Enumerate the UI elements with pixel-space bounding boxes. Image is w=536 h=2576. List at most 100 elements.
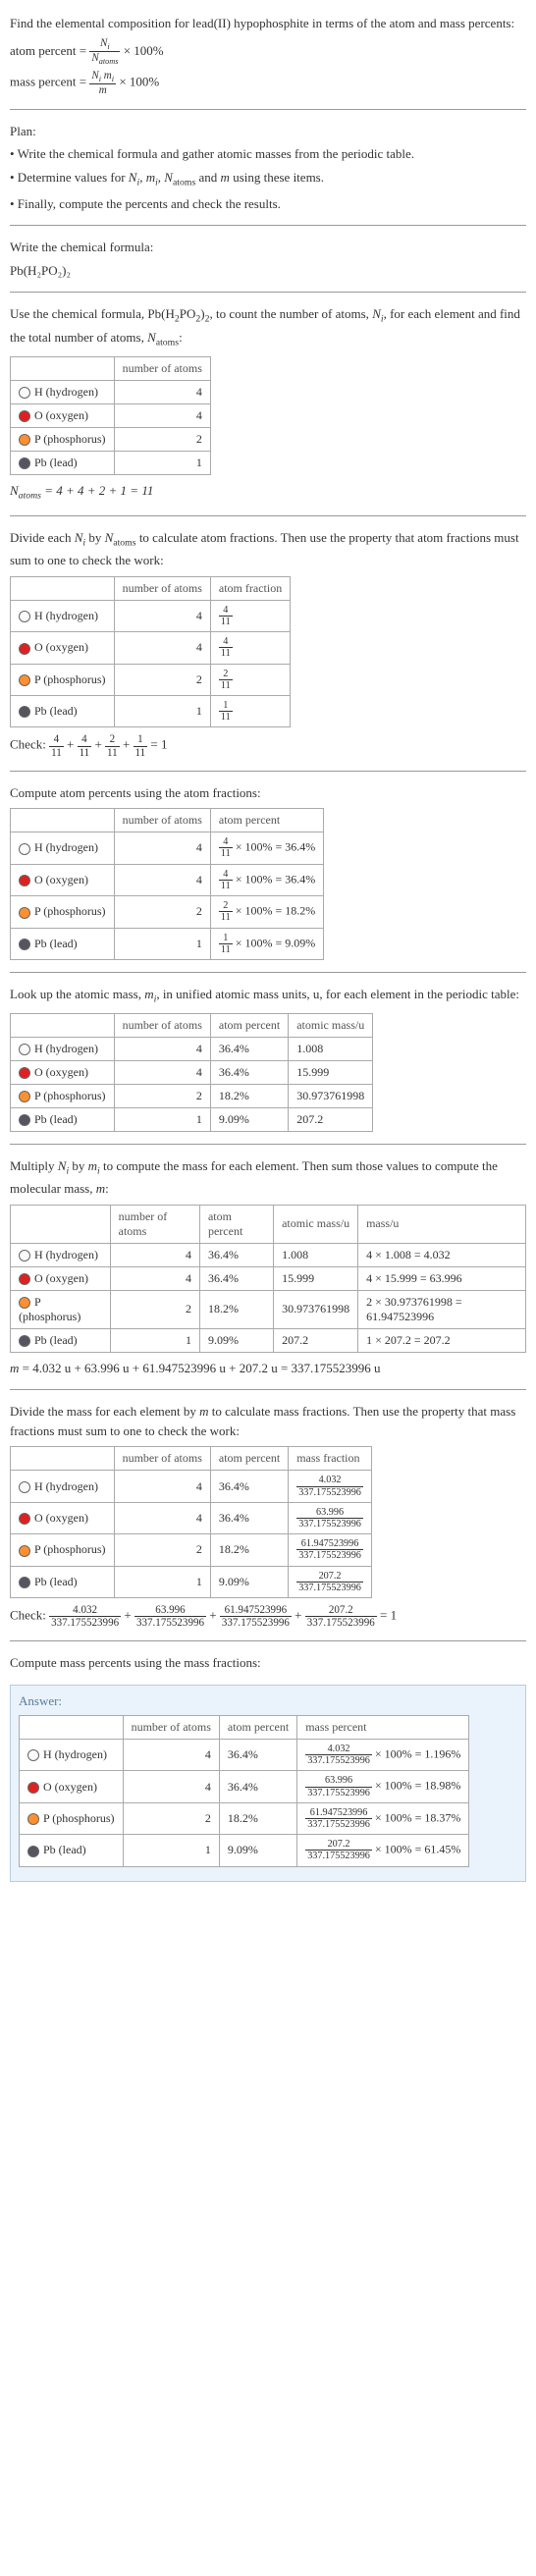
number-cell: 1: [114, 1108, 210, 1132]
fraction: 63.996337.175523996: [134, 1604, 206, 1629]
number-cell: 1: [110, 1328, 199, 1352]
plan-heading: Plan:: [10, 122, 526, 141]
massu-cell: 4 × 1.008 = 4.032: [358, 1243, 526, 1266]
col-header-percent: atom percent: [210, 1447, 288, 1471]
element-cell: H (hydrogen): [11, 1038, 115, 1061]
table-row: O (oxygen)4411: [11, 632, 291, 664]
plan-bullet: • Determine values for Ni, mi, Natoms an…: [10, 168, 526, 190]
atom-frac-text: Divide each Ni by Natoms to calculate at…: [10, 528, 526, 570]
table-row: Pb (lead)19.09%207.2: [11, 1108, 373, 1132]
percent-cell: 9.09%: [210, 1108, 288, 1132]
element-swatch: [19, 1545, 30, 1557]
element-cell: P (phosphorus): [11, 427, 115, 451]
percent-cell: 18.2%: [210, 1534, 288, 1566]
count-text: Use the chemical formula, Pb(H2PO2)2, to…: [10, 304, 526, 349]
divider: [10, 292, 526, 293]
col-header-fraction: atom fraction: [210, 576, 290, 600]
percent-cell: 36.4%: [199, 1266, 273, 1290]
number-cell: 4: [123, 1771, 219, 1802]
element-swatch: [19, 939, 30, 950]
table-row: H (hydrogen)4: [11, 380, 211, 403]
atomic-mass-section: Look up the atomic mass, mi, in unified …: [10, 985, 526, 1132]
number-cell: 1: [123, 1835, 219, 1866]
element-swatch: [19, 875, 30, 886]
atom-frac-table: number of atomsatom fraction H (hydrogen…: [10, 576, 291, 728]
col-header-number: number of atoms: [114, 356, 210, 380]
number-cell: 1: [114, 451, 210, 474]
col-header-number: number of atoms: [114, 809, 210, 832]
element-swatch: [19, 1513, 30, 1525]
atomic-mass-text: Look up the atomic mass, mi, in unified …: [10, 985, 526, 1007]
number-cell: 2: [123, 1802, 219, 1834]
fraction: 61.947523996337.175523996: [296, 1538, 363, 1561]
element-swatch: [19, 1481, 30, 1493]
fraction-cell: 4.032337.175523996: [289, 1471, 372, 1502]
plan-bullet: • Write the chemical formula and gather …: [10, 144, 526, 164]
element-swatch: [19, 410, 30, 422]
percent-cell: 36.4%: [219, 1739, 296, 1770]
element-cell: Pb (lead): [11, 1108, 115, 1132]
fraction: 411: [219, 605, 233, 627]
number-cell: 4: [114, 864, 210, 895]
element-swatch: [19, 1114, 30, 1126]
fraction: 411: [219, 636, 233, 659]
percent-cell: 36.4%: [219, 1771, 296, 1802]
table-row: P (phosphorus)218.2%61.947523996337.1755…: [11, 1534, 372, 1566]
fraction: 207.2337.175523996: [296, 1571, 363, 1593]
element-swatch: [19, 706, 30, 718]
number-cell: 1: [114, 695, 210, 726]
table-row: H (hydrogen)436.4%4.032337.175523996: [11, 1471, 372, 1502]
masspct-cell: 4.032337.175523996 × 100% = 1.196%: [297, 1739, 469, 1770]
element-cell: P (phosphorus): [11, 1085, 115, 1108]
element-cell: H (hydrogen): [11, 832, 115, 864]
intro-text: Find the elemental composition for lead(…: [10, 14, 526, 33]
divider: [10, 972, 526, 973]
fraction: 211: [219, 900, 233, 923]
element-cell: O (oxygen): [20, 1771, 124, 1802]
table-row: P (phosphorus)2211 × 100% = 18.2%: [11, 896, 324, 928]
fraction-denominator: m: [89, 84, 116, 96]
element-cell: O (oxygen): [11, 403, 115, 427]
element-cell: O (oxygen): [11, 864, 115, 895]
masspct-cell: 61.947523996337.175523996 × 100% = 18.37…: [297, 1802, 469, 1834]
col-header-number: number of atoms: [123, 1715, 219, 1739]
fraction: 207.2337.175523996: [305, 1604, 377, 1629]
element-cell: H (hydrogen): [11, 1471, 115, 1502]
number-cell: 4: [123, 1739, 219, 1770]
number-cell: 1: [114, 928, 210, 959]
massu-cell: 1 × 207.2 = 207.2: [358, 1328, 526, 1352]
table-row: P (phosphorus)218.2%30.973761998: [11, 1085, 373, 1108]
element-swatch: [19, 1577, 30, 1588]
fraction-cell: 411: [210, 600, 290, 631]
mass-cell: 30.973761998: [274, 1290, 358, 1328]
massu-cell: 2 × 30.973761998 = 61.947523996: [358, 1290, 526, 1328]
divider: [10, 515, 526, 516]
table-row: O (oxygen)436.4%63.996337.175523996: [11, 1502, 372, 1533]
element-swatch: [19, 1091, 30, 1102]
element-cell: O (oxygen): [11, 1061, 115, 1085]
count-sum: Natoms = 4 + 4 + 2 + 1 = 11: [10, 481, 526, 504]
count-table: number of atoms H (hydrogen)4O (oxygen)4…: [10, 356, 211, 475]
fraction: 4.032337.175523996: [296, 1475, 363, 1497]
element-cell: P (phosphorus): [11, 1290, 111, 1328]
element-cell: P (phosphorus): [11, 896, 115, 928]
element-cell: O (oxygen): [11, 1502, 115, 1533]
percent-cell: 411 × 100% = 36.4%: [210, 832, 323, 864]
percent-cell: 411 × 100% = 36.4%: [210, 864, 323, 895]
percent-cell: 36.4%: [199, 1243, 273, 1266]
element-cell: Pb (lead): [20, 1835, 124, 1866]
fraction-cell: 207.2337.175523996: [289, 1566, 372, 1597]
table-row: P (phosphorus)2211: [11, 664, 291, 695]
element-swatch: [19, 1297, 30, 1309]
number-cell: 4: [110, 1243, 199, 1266]
element-cell: H (hydrogen): [11, 380, 115, 403]
mass-frac-text: Divide the mass for each element by m to…: [10, 1402, 526, 1440]
element-swatch: [19, 1250, 30, 1261]
massu-cell: 4 × 15.999 = 63.996: [358, 1266, 526, 1290]
number-cell: 1: [114, 1566, 210, 1597]
mass-percent-fraction: Ni mi m: [89, 70, 116, 96]
col-header-number: number of atoms: [114, 576, 210, 600]
table-row: O (oxygen)436.4%63.996337.175523996 × 10…: [20, 1771, 469, 1802]
table-row: H (hydrogen)4411: [11, 600, 291, 631]
fraction: 111: [219, 700, 233, 723]
